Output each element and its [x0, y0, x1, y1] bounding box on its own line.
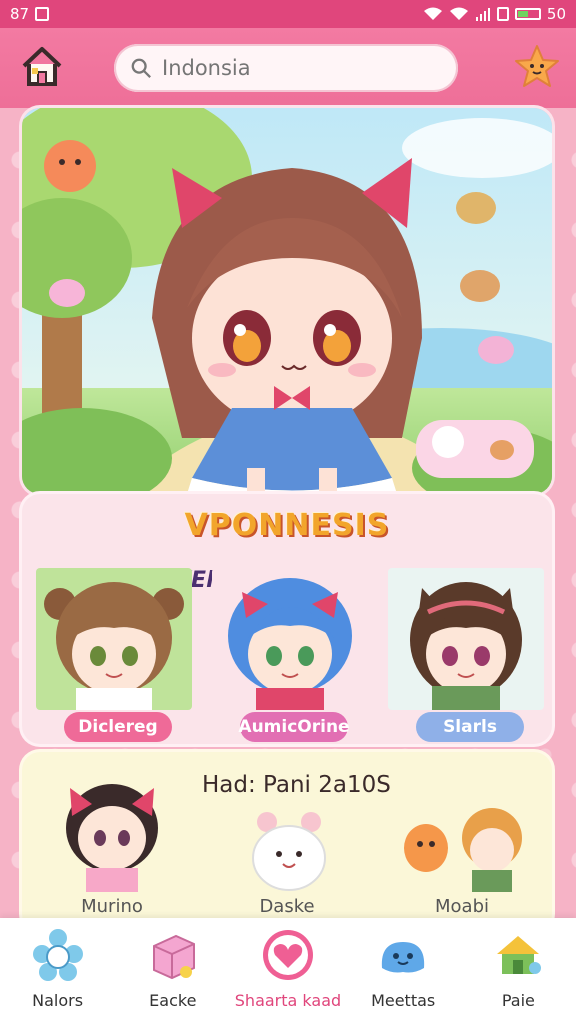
character-label-2: AumicOrine: [238, 712, 350, 742]
secondary-label-2: Daske: [259, 896, 315, 917]
nav-item-eacke[interactable]: Eacke: [118, 918, 228, 1010]
secondary-item-3[interactable]: Moabi: [392, 768, 532, 918]
search-icon: [131, 58, 151, 78]
favorites-button[interactable]: [512, 42, 562, 92]
character-portrait-2: [212, 568, 368, 710]
nav-label-eacke: Eacke: [149, 991, 197, 1010]
home-button[interactable]: [18, 42, 66, 90]
signal-icon: [475, 8, 490, 21]
bottom-navigation: Nalors Eacke Shaarta kaad Meettas Paie: [0, 918, 576, 1024]
secondary-portrait-2: [252, 812, 326, 891]
hero-banner[interactable]: [22, 108, 552, 494]
nav-label-meettas: Meettas: [371, 991, 436, 1010]
search-bar[interactable]: [114, 44, 458, 92]
secondary-portrait-3: [404, 808, 522, 892]
character-portrait-3: [388, 568, 544, 710]
status-time: 87: [10, 5, 30, 23]
character-label-1: Diclereg: [64, 712, 172, 742]
character-label-3: Slarls: [416, 712, 524, 742]
wifi-icon: [423, 7, 442, 20]
sim-icon: [496, 7, 509, 21]
flower-icon: [32, 929, 83, 981]
wifi-icon-2: [449, 7, 468, 20]
nav-item-nalors[interactable]: Nalors: [3, 918, 113, 1010]
nav-item-shaarta-kaad[interactable]: Shaarta kaad: [233, 918, 343, 1010]
status-bar: 87 50: [0, 0, 576, 28]
heart-icon: [262, 930, 313, 980]
house-icon: [497, 936, 542, 974]
secondary-label-1: Murino: [81, 896, 143, 917]
secondary-item-2[interactable]: Daske: [217, 768, 357, 918]
battery-text: 50: [546, 5, 566, 23]
secondary-label-3: Moabi: [435, 896, 489, 917]
nav-label-nalors: Nalors: [32, 991, 84, 1010]
secondary-portrait-1: [66, 784, 158, 892]
app-header: [0, 28, 576, 108]
character-card-3[interactable]: Slarls: [388, 568, 544, 742]
star-icon: [515, 45, 559, 87]
nav-label-paie: Paie: [501, 991, 535, 1010]
featured-title: VPONNESIS: [184, 508, 390, 543]
battery-icon: [514, 8, 541, 20]
character-portrait-1: [36, 568, 192, 710]
box-icon: [152, 934, 195, 980]
featured-section: VPONNESIS KEloo Diclereg AumicOrine Slar…: [22, 494, 552, 744]
notification-icon: [35, 7, 50, 21]
nav-item-meettas[interactable]: Meettas: [348, 918, 458, 1010]
secondary-item-1[interactable]: Murino: [42, 768, 182, 918]
nav-item-paie[interactable]: Paie: [463, 918, 573, 1010]
search-input[interactable]: [160, 55, 444, 81]
slime-icon: [381, 942, 425, 973]
hero-illustration: [22, 108, 552, 494]
character-card-1[interactable]: Diclereg: [36, 568, 192, 742]
home-icon: [22, 47, 62, 86]
secondary-section: Had: Pani 2a10S Murino Daske Moabi: [22, 752, 552, 932]
nav-label-shaarta-kaad: Shaarta kaad: [234, 991, 342, 1010]
character-card-2[interactable]: AumicOrine: [212, 568, 368, 742]
